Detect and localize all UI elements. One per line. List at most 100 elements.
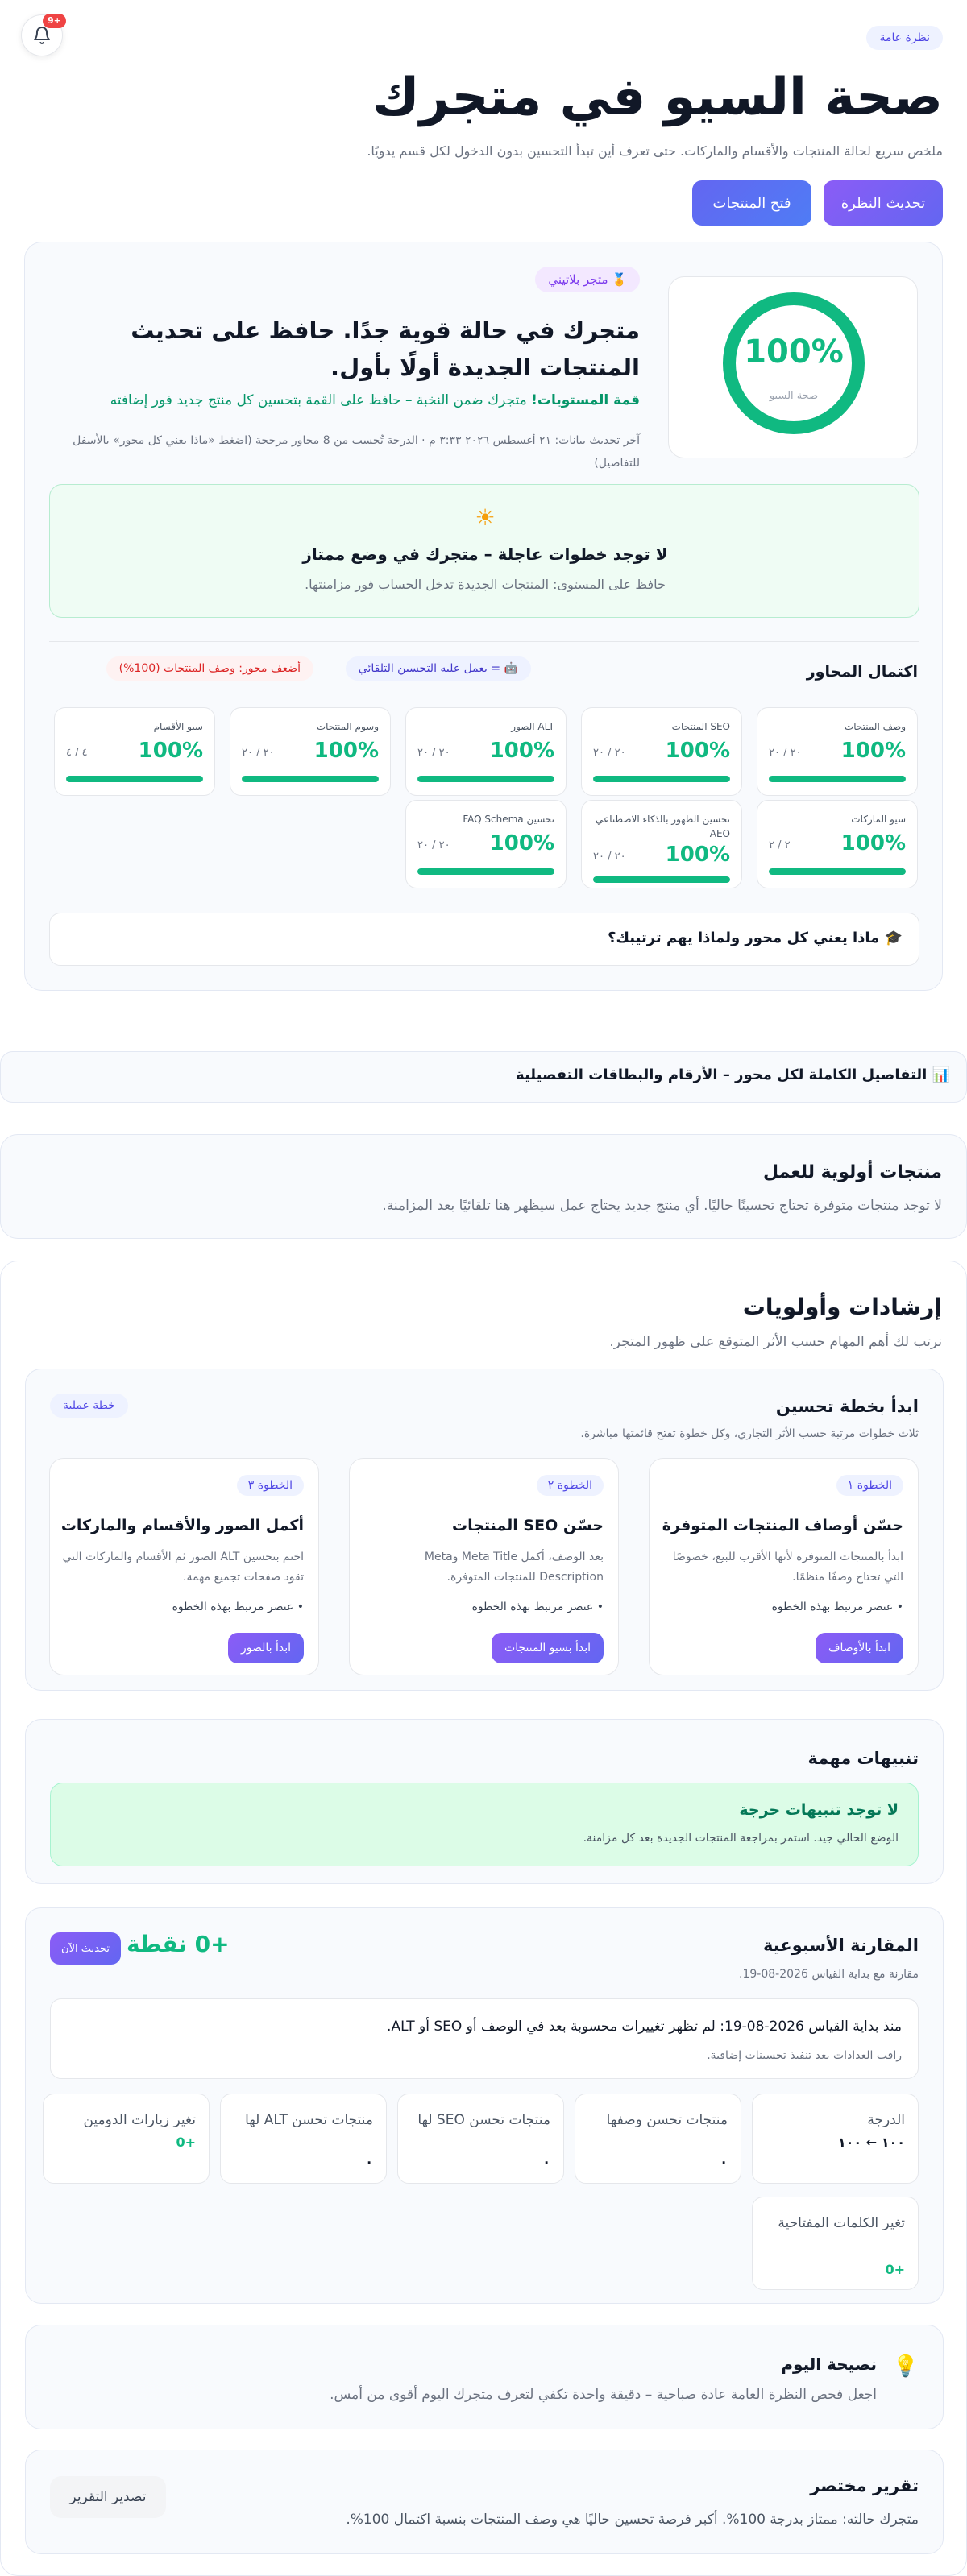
start-product-seo-button[interactable]: ابدأ بسيو المنتجات xyxy=(492,1633,604,1663)
axis-progress-bar xyxy=(769,776,906,782)
step-number: الخطوة ١ xyxy=(836,1475,903,1496)
metric-label: الدرجة xyxy=(867,2112,905,2128)
step-description: اختم بتحسين ALT الصور ثم الأقسام والمارك… xyxy=(62,1551,304,1584)
axis-name: تحسين الظهور بالذكاء الاصطناعي AEO xyxy=(596,814,730,839)
guides-section: إرشادات وأولويات نرتب لك أهم المهام حسب … xyxy=(0,1261,967,2576)
axis-progress-bar xyxy=(593,876,730,883)
axis-progress-fill xyxy=(417,868,554,875)
metric-tile: منتجات تحسن SEO لها ٠ xyxy=(397,2094,564,2184)
axis-progress-fill xyxy=(417,776,554,782)
no-steps-subtitle: حافظ على المستوى: المنتجات الجديدة تدخل … xyxy=(305,577,666,592)
start-images-button[interactable]: ابدأ بالصور xyxy=(227,1633,304,1663)
axis-name: SEO المنتجات xyxy=(671,721,730,732)
axis-progress-bar xyxy=(769,868,906,875)
no-alerts-text: الوضع الحالي جيد. استمر بمراجعة المنتجات… xyxy=(583,1832,899,1845)
notification-count-badge: +9 xyxy=(43,14,66,28)
score-ring-box: 100% صحة السيو xyxy=(668,276,918,458)
report-title: تقرير مختصر xyxy=(810,2476,919,2495)
axis-count: ٢٠ / ٢٠ xyxy=(593,747,626,759)
metric-value: ٠ xyxy=(542,2154,550,2169)
axis-name: سيو الماركات xyxy=(851,814,906,825)
divider xyxy=(49,641,919,642)
lightbulb-icon: 💡 xyxy=(892,2354,919,2379)
since-start-hint: راقب العدادات بعد تنفيذ تحسينات إضافية. xyxy=(707,2049,902,2062)
step-linked-items: • عنصر مرتبط بهذه الخطوة xyxy=(771,1601,903,1613)
axis-tile: تحسين FAQ Schema 100% ٢٠ / ٢٠ xyxy=(405,800,567,888)
tip-text: اجعل فحص النظرة العامة عادة صباحية – دقي… xyxy=(330,2387,877,2403)
metric-label: تغير زيارات الدومين xyxy=(83,2112,196,2128)
metric-label: منتجات تحسن SEO لها xyxy=(417,2112,550,2128)
no-alerts-title: لا توجد تنبيهات حرجة xyxy=(739,1801,899,1819)
step-linked-items: • عنصر مرتبط بهذه الخطوة xyxy=(471,1601,604,1613)
daily-tip-card: 💡 نصيحة اليوم اجعل فحص النظرة العامة عاد… xyxy=(25,2325,944,2429)
weakest-axis-pill: أضعف محور: وصف المنتجات (100%) xyxy=(106,656,313,681)
level-text: متجرك ضمن النخبة – حافظ على القمة بتحسين… xyxy=(110,392,532,408)
step-title: أكمل الصور والأقسام والماركات xyxy=(60,1517,304,1534)
step-number: الخطوة ٣ xyxy=(236,1475,304,1496)
tip-title: نصيحة اليوم xyxy=(781,2354,877,2374)
alerts-title: تنبيهات مهمة xyxy=(807,1749,919,1768)
axis-progress-fill xyxy=(769,868,906,875)
level-strong: قمة المستويات! xyxy=(531,392,640,408)
page-title: صحة السيو في متجرك xyxy=(372,68,944,127)
axis-progress-bar xyxy=(417,776,554,782)
metric-tile: الدرجة ١٠٠ ← ١٠٠ xyxy=(752,2094,919,2184)
no-critical-alerts-box: لا توجد تنبيهات حرجة الوضع الحالي جيد. ا… xyxy=(50,1783,919,1866)
axis-count: ٢٠ / ٢٠ xyxy=(417,747,450,759)
axis-count: ٢٠ / ٢٠ xyxy=(242,747,275,759)
axis-progress-fill xyxy=(593,776,730,782)
axis-progress-fill xyxy=(769,776,906,782)
overview-pill: نظرة عامة xyxy=(866,26,943,50)
plan-step: الخطوة ٢ حسّن SEO المنتجات بعد الوصف، أك… xyxy=(349,1458,619,1675)
page-subtitle: ملخص سريع لحالة المنتجات والأقسام والمار… xyxy=(367,143,943,159)
export-report-button[interactable]: تصدير التقرير xyxy=(50,2476,166,2518)
axis-tile: وسوم المنتجات 100% ٢٠ / ٢٠ xyxy=(230,707,391,796)
full-details-label: 📊 التفاصيل الكاملة لكل محور – الأرقام وا… xyxy=(516,1066,950,1083)
improvement-plan-card: ابدأ بخطة تحسين ثلاث خطوات مرتبة حسب الأ… xyxy=(25,1369,944,1691)
plan-subtitle: ثلاث خطوات مرتبة حسب الأثر التجاري، وكل … xyxy=(580,1427,919,1440)
update-now-button[interactable]: تحديث الآن xyxy=(50,1932,121,1965)
axis-name: وصف المنتجات xyxy=(844,721,906,732)
weekly-subtitle: مقارنة مع بداية القياس 2026-08-19. xyxy=(739,1968,919,1981)
score-value: 100% xyxy=(744,333,844,371)
guides-title: إرشادات وأولويات xyxy=(742,1294,942,1320)
since-start-box: منذ بداية القياس 2026-08-19: لم تظهر تغي… xyxy=(50,1998,919,2079)
axis-percent: 100% xyxy=(840,831,906,855)
metric-value: ٠ xyxy=(720,2154,728,2169)
points-delta: +0 نقطة xyxy=(127,1931,230,1957)
axis-tile: ALT الصور 100% ٢٠ / ٢٠ xyxy=(405,707,567,796)
open-products-button[interactable]: فتح المنتجات xyxy=(692,180,811,226)
health-headline: متجرك في حالة قوية جدًا. حافظ على تحديث … xyxy=(131,317,640,381)
weekly-title: المقارنة الأسبوعية xyxy=(762,1936,919,1955)
axis-progress-bar xyxy=(417,868,554,875)
start-descriptions-button[interactable]: ابدأ بالأوصاف xyxy=(815,1633,903,1663)
guides-subtitle: نرتب لك أهم المهام حسب الأثر المتوقع على… xyxy=(609,1334,942,1350)
metric-tile: تغير الكلمات المفتاحية +0 xyxy=(752,2197,919,2290)
axes-faq-label: 🎓 ماذا يعني كل محور ولماذا يهم ترتيبك؟ xyxy=(608,930,903,946)
metric-value: +0 xyxy=(885,2262,905,2277)
weekly-comparison-card: المقارنة الأسبوعية مقارنة مع بداية القيا… xyxy=(25,1907,944,2304)
score-caption: صحة السيو xyxy=(769,390,819,402)
metric-value: ١٠٠ ← ١٠٠ xyxy=(837,2135,905,2150)
plan-step: الخطوة ١ حسّن أوصاف المنتجات المتوفرة اب… xyxy=(649,1458,919,1675)
metric-label: منتجات تحسن ALT لها xyxy=(245,2112,373,2128)
axis-name: ALT الصور xyxy=(511,721,554,732)
axis-name: سيو الأقسام xyxy=(153,721,203,732)
axis-percent: 100% xyxy=(665,843,730,867)
step-description: ابدأ بالمنتجات المتوفرة لأنها الأقرب للب… xyxy=(672,1551,903,1584)
axes-faq-toggle[interactable]: 🎓 ماذا يعني كل محور ولماذا يهم ترتيبك؟ xyxy=(49,913,919,966)
notifications-button[interactable]: +9 xyxy=(21,14,66,56)
axis-name: تحسين FAQ Schema xyxy=(463,814,554,825)
update-meta: آخر تحديث بيانات: ٢١ أغسطس ٢٠٢٦ ٣:٣٣ م ·… xyxy=(73,434,640,470)
step-description: بعد الوصف، أكمل Meta Title وMeta Descrip… xyxy=(424,1551,604,1584)
refresh-overview-button[interactable]: تحديث النظرة xyxy=(824,180,943,226)
auto-optimize-pill: 🤖 = يعمل عليه التحسين التلقائي xyxy=(345,656,531,681)
plan-title: ابدأ بخطة تحسين xyxy=(775,1397,919,1416)
axis-name: وسوم المنتجات xyxy=(316,721,379,732)
axis-count: ٢ / ٢ xyxy=(769,839,791,851)
full-details-toggle[interactable]: 📊 التفاصيل الكاملة لكل محور – الأرقام وا… xyxy=(0,1051,967,1103)
axis-count: ٤ / ٤ xyxy=(66,747,88,759)
level-line: قمة المستويات! متجرك ضمن النخبة – حافظ ع… xyxy=(110,392,640,408)
axis-tile: تحسين الظهور بالذكاء الاصطناعي AEO 100% ٢٠… xyxy=(581,800,742,888)
step-title: حسّن أوصاف المنتجات المتوفرة xyxy=(662,1517,903,1534)
